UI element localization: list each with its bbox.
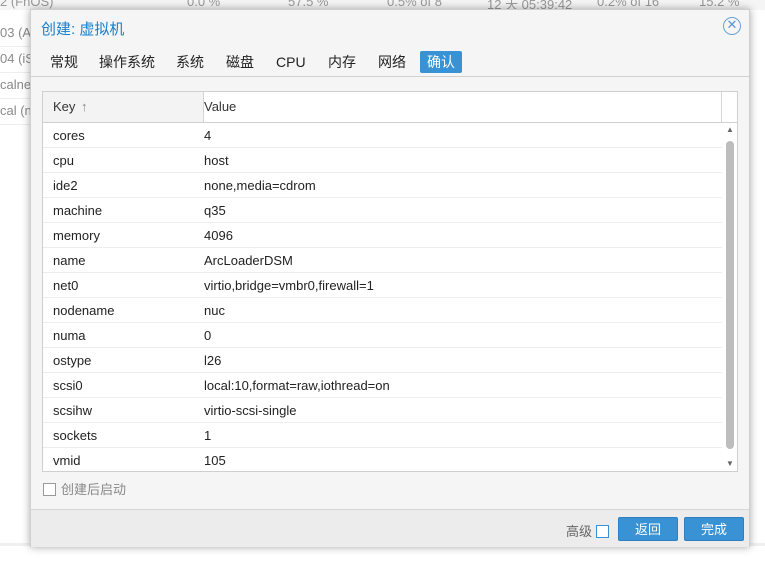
bg-list-item[interactable]: calne [0,72,32,99]
bg-cell: 57.5 % [288,0,329,9]
tab-cpu[interactable]: CPU [269,51,313,73]
row-key: name [53,253,86,268]
checkbox-box[interactable] [43,483,56,496]
sort-ascending-icon: ↑ [81,99,88,114]
tab-memory[interactable]: 内存 [321,51,363,73]
advanced-checkbox[interactable]: 高级 [566,521,610,540]
grid-scrollbar[interactable]: ▲ ▼ [723,123,737,471]
create-vm-dialog: 创建: 虚拟机 ✕ 常规 操作系统 系统 磁盘 CPU 内存 网络 确认 Key… [30,9,750,547]
row-key: numa [53,328,86,343]
row-value: ArcLoaderDSM [204,253,293,268]
row-value: virtio-scsi-single [204,403,297,418]
row-value: local:10,format=raw,iothread=on [204,378,390,393]
tab-bar: 常规 操作系统 系统 磁盘 CPU 内存 网络 确认 [31,48,749,77]
table-row[interactable]: vmid 105 [43,448,722,471]
table-row[interactable]: machine q35 [43,198,722,223]
grid-rows: cores 4 cpu host ide2 none,media=cdrom mach… [43,123,722,471]
table-row[interactable]: nodename nuc [43,298,722,323]
tab-system[interactable]: 系统 [169,51,211,73]
row-value: host [204,153,229,168]
scroll-up-arrow-icon[interactable]: ▲ [723,123,737,137]
start-after-create-label: 创建后启动 [61,482,127,497]
row-value: q35 [204,203,226,218]
table-row[interactable]: net0 virtio,bridge=vmbr0,firewall=1 [43,273,722,298]
table-row[interactable]: cores 4 [43,123,722,148]
row-value: 4096 [204,228,233,243]
row-value: nuc [204,303,225,318]
bg-cell: 0.0 % [187,0,221,9]
table-row[interactable]: sockets 1 [43,423,722,448]
advanced-label: 高级 [566,524,593,539]
bg-list-item[interactable]: 03 (Al [0,20,32,47]
grid-header: Key ↑ Value [43,92,737,123]
scroll-down-arrow-icon[interactable]: ▼ [723,457,737,471]
table-row[interactable]: scsihw virtio-scsi-single [43,398,722,423]
dialog-titlebar: 创建: 虚拟机 ✕ [31,10,749,44]
row-value: 4 [204,128,212,143]
table-row[interactable]: memory 4096 [43,223,722,248]
row-key: nodename [53,303,115,318]
tab-general[interactable]: 常规 [43,51,85,73]
row-key: scsi0 [53,378,83,393]
scroll-thumb[interactable] [726,141,734,449]
tab-confirm[interactable]: 确认 [420,51,462,73]
bg-cell: 15.2 % [699,0,740,9]
column-header-value[interactable]: Value [194,92,722,122]
bg-cell: 2 (FnOS) [0,0,54,9]
table-row[interactable]: name ArcLoaderDSM [43,248,722,273]
finish-button[interactable]: 完成 [684,517,744,541]
tab-network[interactable]: 网络 [371,51,413,73]
table-row[interactable]: ostype l26 [43,348,722,373]
background-list: 03 (Al 04 (iS calne cal (n [0,10,32,130]
dialog-footer: 高级 返回 完成 [31,509,749,547]
bg-list-item[interactable]: cal (n [0,98,32,125]
summary-grid: Key ↑ Value cores 4 cpu host ide2 none,medi… [42,91,738,472]
row-value: none,media=cdrom [204,178,316,193]
table-row[interactable]: numa 0 [43,323,722,348]
row-key: ide2 [53,178,78,193]
row-value: l26 [204,353,222,368]
tab-os[interactable]: 操作系统 [92,51,162,73]
row-key: scsihw [53,403,93,418]
row-key: ostype [53,353,92,368]
column-header-key[interactable]: Key ↑ [43,92,204,122]
dialog-title: 创建: 虚拟机 [41,21,125,38]
tab-disk[interactable]: 磁盘 [219,51,261,73]
start-after-create-checkbox[interactable]: 创建后启动 [43,482,126,498]
row-key: memory [53,228,100,243]
row-key: vmid [53,453,81,468]
checkbox-box[interactable] [596,525,610,538]
row-key: net0 [53,278,79,293]
row-key: sockets [53,428,98,443]
row-key: cores [53,128,85,143]
table-row[interactable]: ide2 none,media=cdrom [43,173,722,198]
row-value: 0 [204,328,212,343]
back-button[interactable]: 返回 [618,517,678,541]
row-value: 105 [204,453,226,468]
table-row[interactable]: scsi0 local:10,format=raw,iothread=on [43,373,722,398]
column-header-key-label: Key [53,99,76,114]
row-key: cpu [53,153,74,168]
bg-list-item[interactable]: 04 (iS [0,46,32,73]
row-value: 1 [204,428,212,443]
row-key: machine [53,203,103,218]
close-icon[interactable]: ✕ [723,17,741,35]
row-value: virtio,bridge=vmbr0,firewall=1 [204,278,374,293]
table-row[interactable]: cpu host [43,148,722,173]
bg-cell: 0.5% of 8 [387,0,442,9]
bg-cell: 0.2% of 16 [597,0,660,9]
